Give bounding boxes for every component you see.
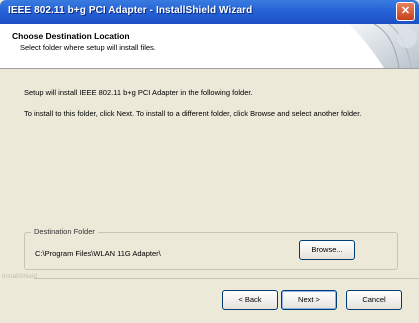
page-title: Choose Destination Location <box>12 31 130 41</box>
install-info-text: Setup will install IEEE 802.11 b+g PCI A… <box>24 88 253 97</box>
close-icon: ✕ <box>400 5 411 17</box>
wizard-header: Choose Destination Location Select folde… <box>0 24 419 69</box>
destination-path: C:\Program Files\WLAN 11G Adapter\ <box>35 249 161 258</box>
close-button[interactable]: ✕ <box>396 2 415 21</box>
footer-divider <box>34 278 419 279</box>
installshield-label: InstallShield <box>2 273 38 280</box>
browse-button[interactable]: Browse... <box>299 240 355 260</box>
install-instructions-text: To install to this folder, click Next. T… <box>24 109 362 118</box>
wizard-banner-graphic <box>349 24 419 68</box>
title-bar: IEEE 802.11 b+g PCI Adapter - InstallShi… <box>0 0 419 24</box>
destination-folder-label: Destination Folder <box>31 227 98 236</box>
cancel-button[interactable]: Cancel <box>346 290 402 310</box>
window-title: IEEE 802.11 b+g PCI Adapter - InstallShi… <box>8 5 253 16</box>
next-button[interactable]: Next > <box>281 290 337 310</box>
page-subtitle: Select folder where setup will install f… <box>20 43 156 52</box>
back-button[interactable]: < Back <box>222 290 278 310</box>
